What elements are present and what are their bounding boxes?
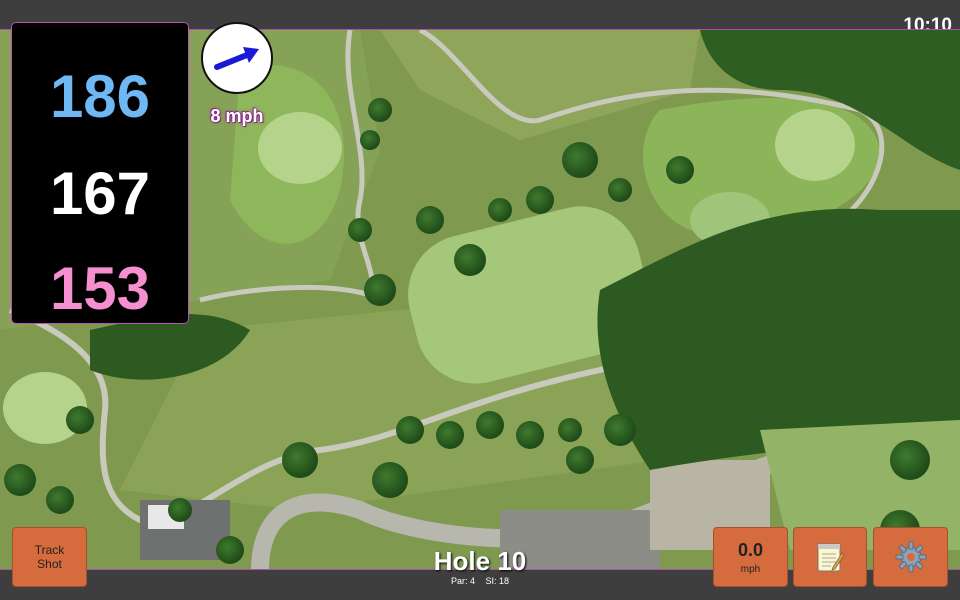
- hole-stroke-index: SI: 18: [485, 576, 510, 586]
- track-shot-label-line1: Track: [34, 543, 65, 557]
- wind-direction-dial: [201, 22, 273, 94]
- track-shot-label-line2: Shot: [37, 557, 62, 571]
- wind-arrow-icon: [214, 47, 259, 70]
- hole-par: Par: 4: [450, 576, 475, 586]
- yardage-panel: 186 167 153: [11, 22, 189, 324]
- notes-button[interactable]: [793, 527, 867, 587]
- gear-icon: [895, 541, 926, 573]
- track-shot-button[interactable]: Track Shot: [12, 527, 87, 587]
- hole-title: Hole 10: [433, 546, 527, 576]
- wind-button-unit: mph: [740, 563, 761, 575]
- hole-meta: Par: 4 SI: 18: [380, 576, 580, 586]
- wind-button-value: 0.0: [737, 539, 764, 560]
- front-of-green-distance: 153: [49, 255, 151, 322]
- back-of-green-distance: 186: [49, 63, 151, 130]
- wind-speed-button[interactable]: 0.0 mph: [713, 527, 788, 587]
- notepad-icon: [817, 543, 845, 572]
- settings-button[interactable]: [873, 527, 948, 587]
- wind-speed-label: 8 mph: [210, 106, 264, 126]
- middle-of-green-distance: 167: [49, 160, 151, 227]
